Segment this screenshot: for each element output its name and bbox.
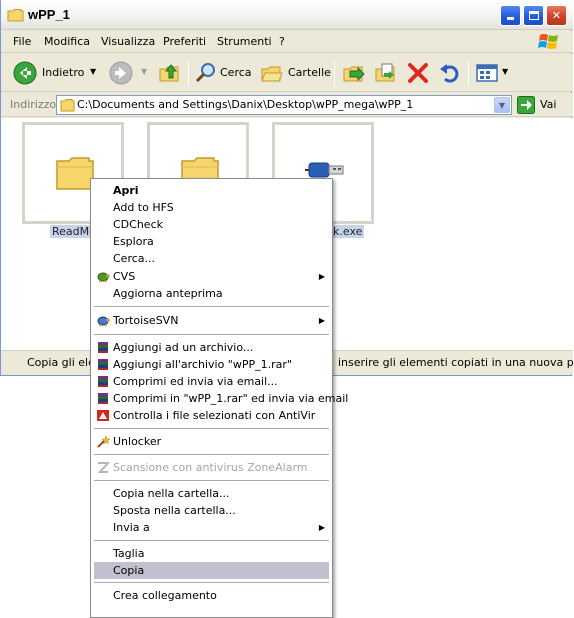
menu-visualizza[interactable]: Visualizza xyxy=(101,35,155,48)
menu-strumenti[interactable]: Strumenti xyxy=(217,35,272,48)
zonealarm-icon xyxy=(97,462,110,473)
address-label: Indirizzo xyxy=(10,98,57,111)
menu-item-copia[interactable]: Copia xyxy=(94,562,329,579)
menu-item-crea-collegamento[interactable]: Crea collegamento xyxy=(94,587,329,604)
address-input[interactable]: C:\Documents and Settings\Danix\Desktop\… xyxy=(56,95,512,115)
status-text: inserire gli elementi copiati in una nuo… xyxy=(338,356,574,369)
menu-item-taglia[interactable]: Taglia xyxy=(94,545,329,562)
close-icon: ✕ xyxy=(551,9,562,22)
unlocker-wand-icon xyxy=(97,435,110,448)
menu-bar: File Modifica Visualizza Preferiti Strum… xyxy=(1,31,573,53)
minimize-button[interactable] xyxy=(500,5,521,26)
menu-separator xyxy=(94,480,329,481)
back-arrow-icon xyxy=(13,61,37,85)
menu-separator xyxy=(94,454,329,455)
winrar-icon xyxy=(98,376,108,387)
search-icon xyxy=(195,63,215,83)
winrar-icon xyxy=(98,393,108,404)
window-title: wPP_1 xyxy=(28,7,70,22)
menu-separator xyxy=(94,306,329,307)
forward-arrow-icon[interactable] xyxy=(109,61,133,85)
menu-item-sposta-nella-cartella[interactable]: Sposta nella cartella... xyxy=(94,502,329,519)
toolbar-separator xyxy=(468,60,469,86)
menu-item-tortoisesvn[interactable]: TortoiseSVN ▶ xyxy=(94,312,329,329)
maximize-button[interactable] xyxy=(523,5,544,26)
toolbar: Indietro ▼ ▼ Cerca Cartelle ▼ xyxy=(1,54,573,92)
address-path: C:\Documents and Settings\Danix\Desktop\… xyxy=(77,98,414,111)
close-button[interactable]: ✕ xyxy=(546,5,567,26)
context-menu: Apri Add to HFS CDCheck Esplora Cerca...… xyxy=(90,178,348,618)
menu-item-invia-a[interactable]: Invia a ▶ xyxy=(94,519,329,536)
address-bar: Indirizzo C:\Documents and Settings\Dani… xyxy=(1,93,573,117)
maximize-icon xyxy=(528,11,539,20)
submenu-arrow-icon: ▶ xyxy=(318,316,325,325)
forward-dropdown-icon[interactable]: ▼ xyxy=(141,67,147,76)
minimize-icon xyxy=(507,17,514,20)
menu-item-add-to-hfs[interactable]: Add to HFS xyxy=(94,199,329,216)
folders-icon xyxy=(261,66,283,82)
toolbar-separator xyxy=(334,60,335,86)
go-button[interactable]: Vai xyxy=(540,98,556,111)
menu-separator xyxy=(94,540,329,541)
toolbar-separator xyxy=(188,60,189,86)
menu-item-comprimi-email[interactable]: Comprimi ed invia via email... xyxy=(94,373,329,390)
back-dropdown-icon[interactable]: ▼ xyxy=(90,67,96,76)
go-arrow-icon[interactable] xyxy=(517,96,535,114)
menu-modifica[interactable]: Modifica xyxy=(44,35,90,48)
undo-icon[interactable] xyxy=(438,61,462,85)
submenu-arrow-icon: ▶ xyxy=(318,272,325,281)
menu-separator xyxy=(94,428,329,429)
tortoisesvn-icon xyxy=(97,316,110,326)
menu-separator xyxy=(94,334,329,335)
menu-item-aggiungi-all-archivio[interactable]: Aggiungi all'archivio "wPP_1.rar" xyxy=(94,356,329,373)
folder-icon xyxy=(7,9,24,22)
winrar-icon xyxy=(98,342,108,353)
menu-item-cerca[interactable]: Cerca... xyxy=(94,250,329,267)
address-dropdown-button[interactable]: ▼ xyxy=(494,97,510,113)
menu-item-esplora[interactable]: Esplora xyxy=(94,233,329,250)
menu-file[interactable]: File xyxy=(13,35,31,48)
views-dropdown-icon[interactable]: ▼ xyxy=(502,67,508,76)
submenu-arrow-icon: ▶ xyxy=(318,523,325,532)
folders-label: Cartelle xyxy=(288,66,331,79)
title-bar[interactable]: wPP_1 ✕ xyxy=(1,0,573,30)
menu-separator xyxy=(94,582,329,583)
menu-item-aggiungi-archivio[interactable]: Aggiungi ad un archivio... xyxy=(94,339,329,356)
menu-item-comprimi-rar-email[interactable]: Comprimi in "wPP_1.rar" ed invia via ema… xyxy=(94,390,348,407)
winrar-icon xyxy=(98,359,108,370)
antivir-icon xyxy=(97,410,109,421)
delete-icon[interactable] xyxy=(406,61,430,85)
menu-help[interactable]: ? xyxy=(279,35,285,48)
menu-item-antivir[interactable]: Controlla i file selezionati con AntiVir xyxy=(94,407,329,424)
folder-icon xyxy=(56,157,94,190)
file-label[interactable]: k.exe xyxy=(331,225,365,238)
move-to-icon[interactable] xyxy=(342,61,366,85)
menu-item-zonealarm: Scansione con antivirus ZoneAlarm xyxy=(94,459,329,476)
menu-item-copia-nella-cartella[interactable]: Copia nella cartella... xyxy=(94,485,329,502)
menu-item-cvs[interactable]: CVS ▶ xyxy=(94,268,329,285)
menu-item-unlocker[interactable]: Unlocker xyxy=(94,433,329,450)
back-label: Indietro xyxy=(42,66,85,79)
menu-item-cdcheck[interactable]: CDCheck xyxy=(94,216,329,233)
copy-to-icon[interactable] xyxy=(374,61,398,85)
menu-preferiti[interactable]: Preferiti xyxy=(163,35,206,48)
search-label: Cerca xyxy=(220,66,252,79)
folder-icon xyxy=(60,99,75,112)
folder-up-icon[interactable] xyxy=(158,61,182,85)
views-icon[interactable] xyxy=(475,61,499,85)
windows-logo-icon xyxy=(538,34,558,49)
menu-item-apri[interactable]: Apri xyxy=(94,182,329,199)
menu-item-aggiorna-anteprima[interactable]: Aggiorna anteprima xyxy=(94,285,329,302)
turtle-icon xyxy=(97,272,110,282)
